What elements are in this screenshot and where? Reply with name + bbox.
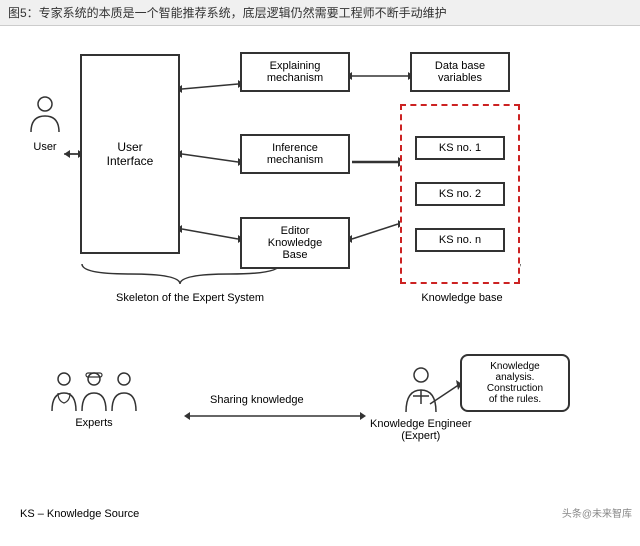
page-wrapper: 图5：专家系统的本质是一个智能推荐系统，底层逻辑仍然需要工程师不断手动维护 [0,0,640,546]
watermark: 头条@未来智库 [562,505,632,520]
ke-label: Knowledge Engineer(Expert) [370,418,472,442]
bottom-section: Experts Sharing knowledge Knowledge Engi… [20,354,620,524]
diagram-area: User UserInterface Explainingmechanism I… [0,26,640,528]
ks1-label: KS no. 1 [439,142,481,154]
expert-icons [50,369,138,413]
kb-label: Knowledge base [402,292,522,304]
sharing-label: Sharing knowledge [210,394,304,406]
top-diagram: User UserInterface Explainingmechanism I… [20,34,620,354]
explaining-box: Explainingmechanism [240,52,350,92]
explaining-label: Explainingmechanism [267,60,323,84]
editor-label: EditorKnowledgeBase [268,225,322,261]
ks1-box: KS no. 1 [415,136,505,160]
inference-label: Inferencemechanism [267,142,323,166]
experts-label: Experts [75,417,112,429]
skeleton-label: Skeleton of the Expert System [80,292,300,304]
experts-section: Experts [50,369,138,429]
ui-box: UserInterface [80,54,180,254]
ui-label: UserInterface [107,140,154,168]
database-label: Data basevariables [435,60,485,84]
ka-bubble: Knowledgeanalysis.Constructionof the rul… [460,354,570,412]
ks-footnote: KS – Knowledge Source [20,508,139,520]
ks2-label: KS no. 2 [439,188,481,200]
ks2-box: KS no. 2 [415,182,505,206]
title-text: 图5：专家系统的本质是一个智能推荐系统，底层逻辑仍然需要工程师不断手动维护 [8,6,447,20]
ke-section: Knowledge Engineer(Expert) [370,364,472,442]
user-label: User [33,141,56,153]
ka-label: Knowledgeanalysis.Constructionof the rul… [487,361,543,405]
inference-box: Inferencemechanism [240,134,350,174]
ks-container: KS no. 1 KS no. 2 KS no. n [400,104,520,284]
title-bar: 图5：专家系统的本质是一个智能推荐系统，底层逻辑仍然需要工程师不断手动维护 [0,0,640,26]
ksn-box: KS no. n [415,228,505,252]
sharing-area: Sharing knowledge [210,394,304,406]
database-box: Data basevariables [410,52,510,92]
ksn-label: KS no. n [439,234,481,246]
user-icon [29,94,61,139]
editor-box: EditorKnowledgeBase [240,217,350,269]
user-section: User [20,94,70,153]
